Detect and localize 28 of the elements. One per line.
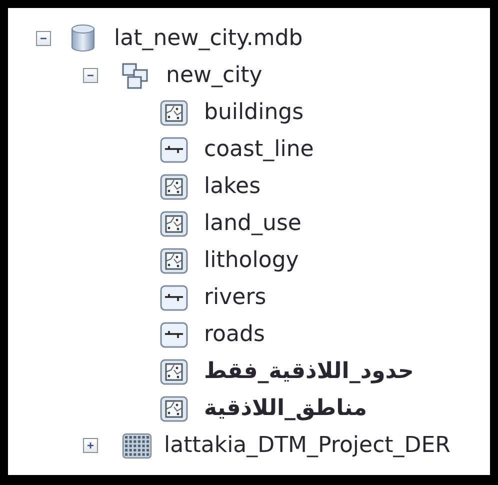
- polygon-layer-icon: [160, 174, 188, 200]
- tree-item-label[interactable]: land_use: [204, 211, 302, 236]
- line-layer-icon: [160, 322, 188, 348]
- tree-item-label[interactable]: lakes: [204, 174, 261, 199]
- tree-item-label[interactable]: buildings: [204, 100, 304, 125]
- tree-item-label[interactable]: lattakia_DTM_Project_DER: [164, 433, 450, 458]
- tree-item-label[interactable]: حدود_اللاذقية_فقط: [204, 359, 414, 384]
- tree-item-label[interactable]: rivers: [204, 285, 266, 310]
- database-icon: [70, 24, 96, 53]
- raster-grid-icon: [122, 432, 152, 458]
- tree-item-label[interactable]: مناطق_اللاذقية: [204, 396, 367, 421]
- polygon-layer-icon: [160, 210, 188, 236]
- polygon-layer-icon: [160, 100, 188, 126]
- polygon-layer-icon: [160, 248, 188, 274]
- line-layer-icon: [160, 136, 188, 162]
- stacked-squares-icon: [122, 62, 148, 88]
- line-layer-icon: [160, 284, 188, 310]
- collapse-toggle[interactable]: [36, 31, 51, 46]
- collapse-toggle[interactable]: [83, 68, 98, 83]
- tree-item-label[interactable]: lat_new_city.mdb: [114, 26, 303, 51]
- polygon-layer-icon: [160, 358, 188, 384]
- expand-toggle[interactable]: [83, 438, 98, 453]
- tree-item-label[interactable]: roads: [204, 322, 265, 347]
- tree-item-label[interactable]: new_city: [166, 63, 262, 88]
- plus-icon: [86, 441, 95, 450]
- polygon-layer-icon: [160, 396, 188, 422]
- tree-item-label[interactable]: coast_line: [204, 137, 314, 162]
- tree-item-label[interactable]: lithology: [204, 248, 299, 273]
